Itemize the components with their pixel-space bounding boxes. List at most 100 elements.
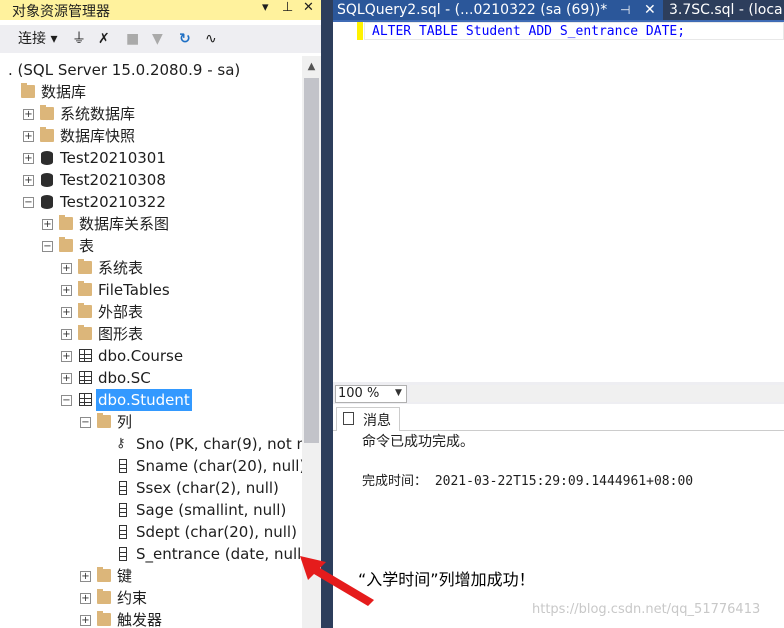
- pin-icon[interactable]: ⊣: [620, 0, 630, 20]
- column-icon: [119, 525, 127, 539]
- database-icon: [41, 195, 53, 209]
- tree-system-tables[interactable]: + 系统表: [0, 257, 300, 279]
- scroll-up-icon[interactable]: ▲: [302, 58, 321, 76]
- panel-splitter[interactable]: [321, 0, 333, 628]
- database-icon: [41, 173, 53, 187]
- tree-db-test20210308[interactable]: + Test20210308: [0, 169, 300, 191]
- expand-icon[interactable]: +: [23, 131, 34, 142]
- result-message: 命令已成功完成。: [362, 434, 474, 450]
- tab-messages-label: 消息: [363, 413, 391, 429]
- folder-icon: [97, 589, 111, 604]
- table-icon: [79, 371, 92, 384]
- column-icon: [119, 459, 127, 473]
- selected-node-label: dbo.Student: [96, 389, 192, 411]
- tree-keys[interactable]: + 键: [0, 565, 300, 587]
- connect-plug-icon[interactable]: ⏚: [72, 29, 86, 49]
- expand-icon[interactable]: +: [61, 329, 72, 340]
- message-icon: [343, 412, 354, 425]
- tree-db-test20210301[interactable]: + Test20210301: [0, 147, 300, 169]
- tab-3-7sc[interactable]: 3.7SC.sql - (loca: [669, 0, 784, 20]
- tree-scrollbar-thumb[interactable]: [304, 78, 319, 443]
- results-tab-strip: [333, 404, 784, 431]
- filter-icon[interactable]: ▼: [152, 29, 163, 49]
- folder-icon: [97, 611, 111, 626]
- expand-icon[interactable]: +: [61, 373, 72, 384]
- disconnect-icon[interactable]: ✗: [98, 29, 110, 49]
- folder-icon: [59, 237, 73, 252]
- close-icon[interactable]: ✕: [303, 0, 314, 15]
- expand-icon[interactable]: +: [23, 175, 34, 186]
- chevron-down-icon[interactable]: ▼: [395, 388, 402, 398]
- folder-icon: [21, 83, 35, 98]
- tree-database-diagrams[interactable]: + 数据库关系图: [0, 213, 300, 235]
- expand-icon[interactable]: +: [80, 571, 91, 582]
- tree-columns[interactable]: − 列: [0, 411, 300, 433]
- expand-icon[interactable]: +: [80, 593, 91, 604]
- expand-icon[interactable]: +: [80, 615, 91, 626]
- tree-column[interactable]: Ssex (char(2), null): [0, 477, 300, 499]
- annotation-text: “入学时间”列增加成功！: [358, 570, 535, 589]
- collapse-icon[interactable]: −: [42, 241, 53, 252]
- tree-db-test20210322[interactable]: − Test20210322: [0, 191, 300, 213]
- tree-external-tables[interactable]: + 外部表: [0, 301, 300, 323]
- watermark: https://blog.csdn.net/qq_51776413: [532, 602, 761, 617]
- folder-icon: [40, 105, 54, 120]
- table-icon: [79, 349, 92, 362]
- folder-icon: [78, 259, 92, 274]
- expand-icon[interactable]: +: [42, 219, 53, 230]
- object-explorer-titlebar: 对象资源管理器 ▾ ⊥ ✕: [0, 0, 324, 20]
- expand-icon[interactable]: +: [23, 153, 34, 164]
- code-line[interactable]: ALTER TABLE Student ADD S_entrance DATE;: [372, 22, 685, 42]
- folder-icon: [78, 303, 92, 318]
- object-explorer-toolbar: 连接 ▾ ⏚ ✗ ■ ▼ ↻ ∿: [0, 25, 324, 53]
- completion-time: 完成时间： 2021-03-22T15:29:09.1444961+08:00: [362, 474, 694, 489]
- activity-monitor-icon[interactable]: ∿: [205, 29, 217, 49]
- tree-table-student[interactable]: − dbo.Student: [0, 389, 300, 411]
- tree-triggers[interactable]: + 触发器: [0, 609, 300, 628]
- column-icon: [119, 481, 127, 495]
- dropdown-icon[interactable]: ▾: [262, 0, 269, 15]
- collapse-icon[interactable]: −: [80, 417, 91, 428]
- folder-icon: [78, 325, 92, 340]
- expand-icon[interactable]: +: [61, 285, 72, 296]
- database-icon: [41, 151, 53, 165]
- pin-icon[interactable]: ⊥: [282, 0, 293, 15]
- horizontal-scrollbar[interactable]: [410, 385, 784, 402]
- tree-column[interactable]: ⚷ Sno (PK, char(9), not null): [0, 433, 302, 455]
- change-marker: [357, 22, 363, 40]
- tree-database-snapshots[interactable]: + 数据库快照: [0, 125, 300, 147]
- primary-key-icon: ⚷: [116, 436, 126, 451]
- tree-filetables[interactable]: + FileTables: [0, 279, 300, 301]
- tree-system-databases[interactable]: + 系统数据库: [0, 103, 300, 125]
- collapse-icon[interactable]: −: [61, 395, 72, 406]
- tree-column[interactable]: S_entrance (date, null): [0, 543, 302, 565]
- refresh-icon[interactable]: ↻: [179, 29, 191, 49]
- tree-databases[interactable]: 数据库: [0, 81, 300, 103]
- tree-tables[interactable]: − 表: [0, 235, 300, 257]
- object-explorer-title: 对象资源管理器: [12, 4, 110, 20]
- folder-icon: [97, 413, 111, 428]
- tree-column[interactable]: Sage (smallint, null): [0, 499, 300, 521]
- folder-icon: [59, 215, 73, 230]
- query-editor[interactable]: [333, 20, 784, 384]
- expand-icon[interactable]: +: [61, 263, 72, 274]
- folder-icon: [78, 281, 92, 296]
- connect-button[interactable]: 连接 ▾: [18, 29, 57, 49]
- object-explorer-tree: . (SQL Server 15.0.2080.9 - sa) 数据库 + 系统…: [0, 56, 302, 628]
- column-icon: [119, 503, 127, 517]
- tree-column[interactable]: Sname (char(20), null): [0, 455, 302, 477]
- tree-constraints[interactable]: + 约束: [0, 587, 300, 609]
- editor-tab-strip: SQLQuery2.sql - (...0210322 (sa (69))* ⊣…: [333, 0, 784, 20]
- stop-icon[interactable]: ■: [126, 29, 139, 49]
- collapse-icon[interactable]: −: [23, 197, 34, 208]
- expand-icon[interactable]: +: [23, 109, 34, 120]
- tree-column[interactable]: Sdept (char(20), null): [0, 521, 300, 543]
- expand-icon[interactable]: +: [61, 307, 72, 318]
- tab-sqlquery2[interactable]: SQLQuery2.sql - (...0210322 (sa (69))* ⊣…: [333, 0, 663, 20]
- tree-table-sc[interactable]: + dbo.SC: [0, 367, 300, 389]
- expand-icon[interactable]: +: [61, 351, 72, 362]
- folder-icon: [97, 567, 111, 582]
- tree-table-course[interactable]: + dbo.Course: [0, 345, 300, 367]
- tree-graph-tables[interactable]: + 图形表: [0, 323, 300, 345]
- close-tab-icon[interactable]: ✕: [644, 0, 656, 20]
